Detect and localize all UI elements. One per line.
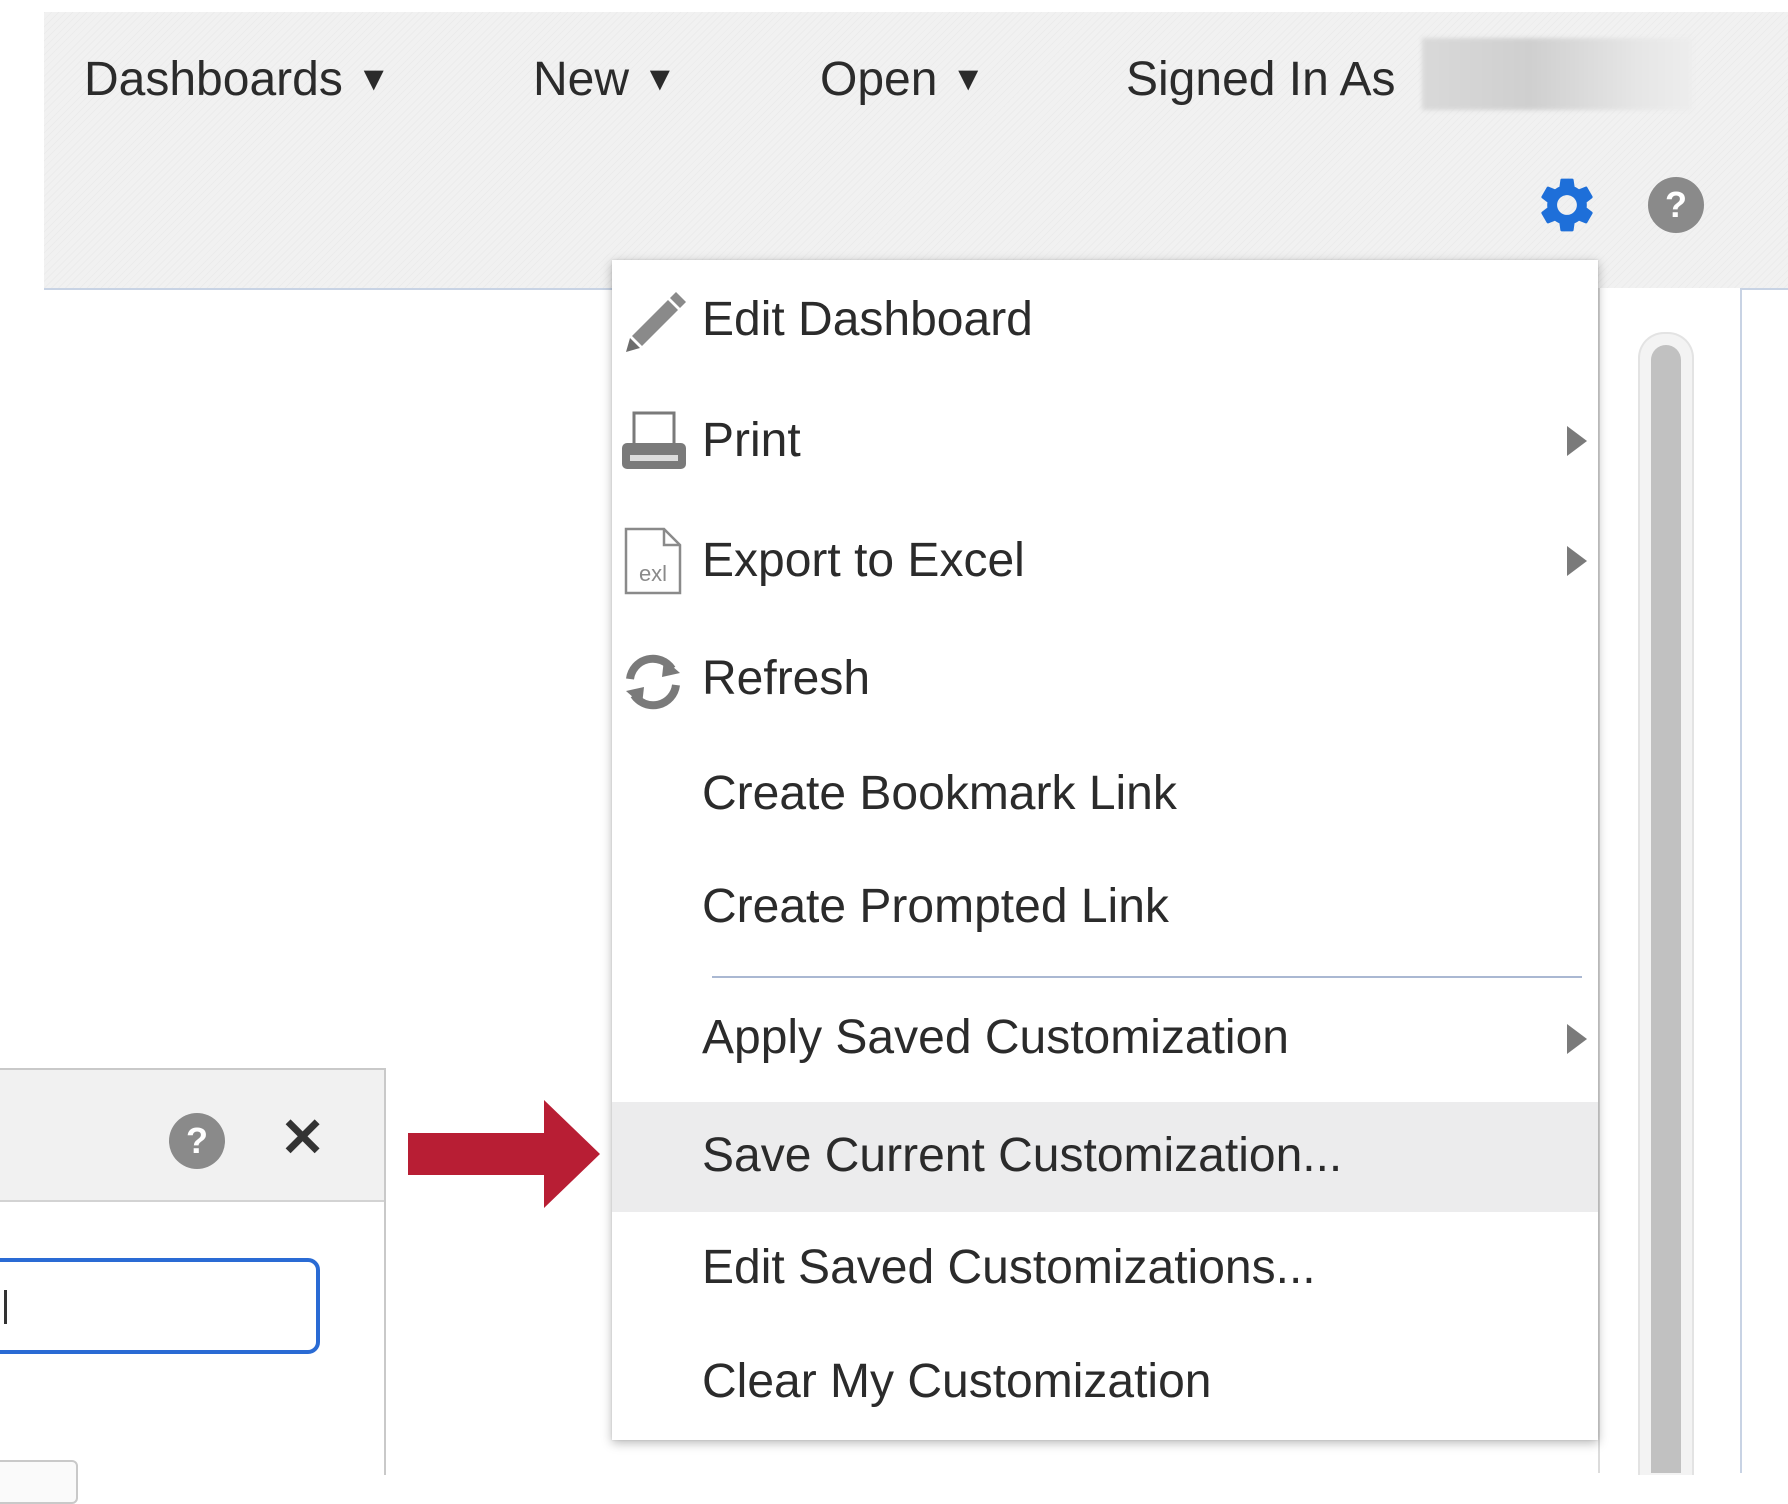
nav-dashboards-menu[interactable]: Dashboards ▼	[84, 52, 390, 110]
vertical-scrollbar-thumb[interactable]	[1651, 345, 1681, 1473]
customization-name-input[interactable]	[0, 1258, 320, 1354]
menu-item-print[interactable]: Print	[612, 381, 1598, 501]
nav-dashboards-label: Dashboards	[84, 53, 343, 106]
menu-item-edit-dashboard[interactable]: Edit Dashboard	[612, 260, 1598, 381]
menu-item-label: Save Current Customization...	[702, 1129, 1343, 1182]
menu-item-label: Export to Excel	[702, 534, 1025, 587]
help-icon[interactable]: ?	[168, 1112, 226, 1175]
svg-text:?: ?	[1665, 184, 1687, 225]
menu-item-label: Print	[702, 414, 801, 467]
menu-item-refresh[interactable]: Refresh	[612, 621, 1598, 739]
settings-dropdown-menu: Edit Dashboard Print exl Export to Excel	[612, 260, 1598, 1440]
menu-item-apply-saved-customization[interactable]: Apply Saved Customization	[612, 982, 1598, 1102]
svg-text:?: ?	[186, 1120, 208, 1161]
printer-icon	[620, 411, 688, 480]
menu-item-label: Edit Dashboard	[702, 293, 1033, 346]
menu-item-edit-saved-customizations[interactable]: Edit Saved Customizations...	[612, 1212, 1598, 1326]
dialog-header: ? ✕	[0, 1070, 384, 1202]
menu-item-label: Create Bookmark Link	[702, 767, 1177, 820]
refresh-icon	[620, 649, 686, 720]
gear-icon[interactable]	[1534, 172, 1600, 243]
menu-item-save-current-customization[interactable]: Save Current Customization...	[612, 1102, 1598, 1212]
menu-item-create-bookmark-link[interactable]: Create Bookmark Link	[612, 739, 1598, 853]
nav-new-menu[interactable]: New ▼	[533, 52, 677, 110]
menu-item-label: Refresh	[702, 652, 871, 705]
menu-item-label: Edit Saved Customizations...	[702, 1241, 1316, 1294]
chevron-right-icon	[1567, 1024, 1587, 1054]
signed-in-label: Signed In As	[1126, 53, 1396, 106]
menu-separator	[712, 976, 1582, 978]
help-icon[interactable]: ?	[1647, 176, 1705, 239]
nav-open-menu[interactable]: Open ▼	[820, 52, 985, 110]
close-icon[interactable]: ✕	[280, 1106, 325, 1169]
menu-item-create-prompted-link[interactable]: Create Prompted Link	[612, 853, 1598, 971]
chevron-down-icon: ▼	[951, 60, 986, 99]
dialog-button[interactable]	[0, 1460, 78, 1504]
svg-text:exl: exl	[639, 561, 667, 586]
nav-open-label: Open	[820, 53, 938, 106]
menu-item-clear-my-customization[interactable]: Clear My Customization	[612, 1326, 1598, 1440]
save-customization-dialog: ? ✕	[0, 1068, 386, 1504]
chevron-down-icon: ▼	[356, 60, 391, 99]
excel-file-icon: exl	[624, 527, 682, 600]
chevron-right-icon	[1567, 426, 1587, 456]
chevron-right-icon	[1567, 546, 1587, 576]
menu-item-label: Apply Saved Customization	[702, 1011, 1289, 1064]
nav-new-label: New	[533, 53, 630, 106]
signed-in-user-name-redacted[interactable]	[1422, 38, 1692, 110]
menu-item-label: Clear My Customization	[702, 1355, 1212, 1408]
menu-item-export-to-excel[interactable]: exl Export to Excel	[612, 501, 1598, 621]
annotation-arrow-icon	[408, 1100, 600, 1213]
text-cursor	[4, 1290, 7, 1324]
menu-item-label: Create Prompted Link	[702, 880, 1169, 933]
chevron-down-icon: ▼	[643, 60, 677, 99]
pencil-icon	[620, 290, 688, 363]
